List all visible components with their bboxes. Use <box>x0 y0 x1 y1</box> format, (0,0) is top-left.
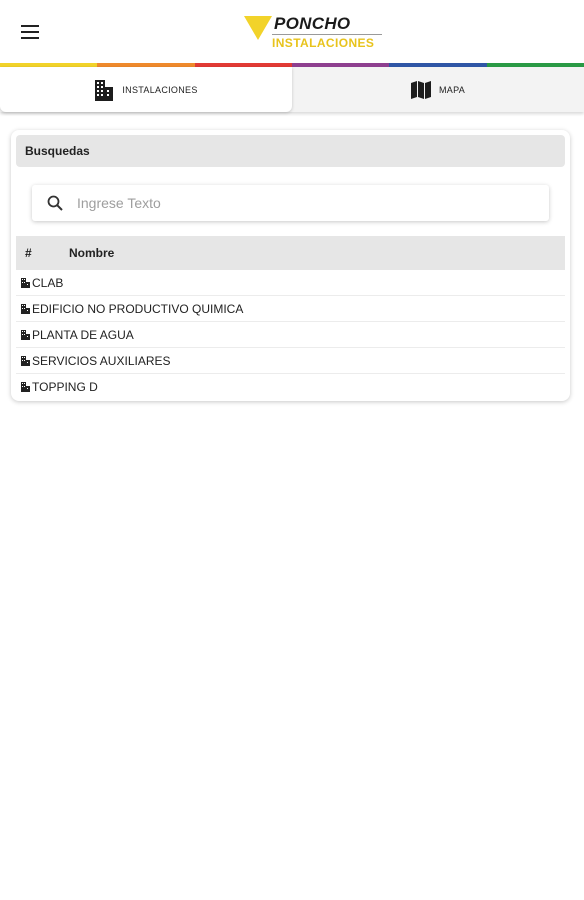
tab-bar: INSTALACIONES MAPA <box>0 67 584 112</box>
table-row[interactable]: PLANTA DE AGUA <box>16 322 565 348</box>
table-body: CLAB EDIFICIO NO PRODUCTIVO QUIMICA PLAN… <box>16 270 565 399</box>
app-logo: PONCHO INSTALACIONES <box>244 14 384 52</box>
logo-triangle-icon <box>244 16 272 40</box>
row-name: TOPPING D <box>32 379 98 394</box>
search-card: Busquedas # Nombre CLAB EDIFICIO NO PROD… <box>11 130 570 401</box>
tab-instalaciones[interactable]: INSTALACIONES <box>0 67 292 112</box>
table-row[interactable]: SERVICIOS AUXILIARES <box>16 348 565 374</box>
search-box <box>32 185 549 221</box>
map-icon <box>410 80 431 99</box>
building-icon <box>21 329 30 340</box>
logo-subtitle: INSTALACIONES <box>272 36 375 50</box>
search-input[interactable] <box>75 194 549 212</box>
tab-mapa-label: MAPA <box>438 84 466 95</box>
column-header-number: # <box>25 246 32 260</box>
row-name: CLAB <box>32 275 64 290</box>
logo-title: PONCHO <box>274 14 351 33</box>
table-row[interactable]: EDIFICIO NO PRODUCTIVO QUIMICA <box>16 296 565 322</box>
search-icon[interactable] <box>47 195 63 211</box>
building-icon <box>21 355 30 366</box>
building-icon <box>21 303 30 314</box>
row-name: SERVICIOS AUXILIARES <box>32 353 171 368</box>
column-header-name: Nombre <box>69 246 115 260</box>
row-name: EDIFICIO NO PRODUCTIVO QUIMICA <box>32 301 244 316</box>
building-icon <box>95 79 114 101</box>
building-icon <box>21 381 30 392</box>
tab-mapa[interactable]: MAPA <box>292 67 584 112</box>
hamburger-menu-icon <box>21 25 39 39</box>
card-title: Busquedas <box>16 135 565 167</box>
table-header: # Nombre <box>16 236 565 270</box>
menu-button[interactable] <box>14 18 46 46</box>
building-icon <box>21 277 30 288</box>
app-header: PONCHO INSTALACIONES <box>0 0 584 64</box>
table-row[interactable]: TOPPING D <box>16 374 565 399</box>
row-name: PLANTA DE AGUA <box>32 327 134 342</box>
table-row[interactable]: CLAB <box>16 270 565 296</box>
logo-divider <box>272 34 382 35</box>
tab-instalaciones-label: INSTALACIONES <box>122 84 198 95</box>
